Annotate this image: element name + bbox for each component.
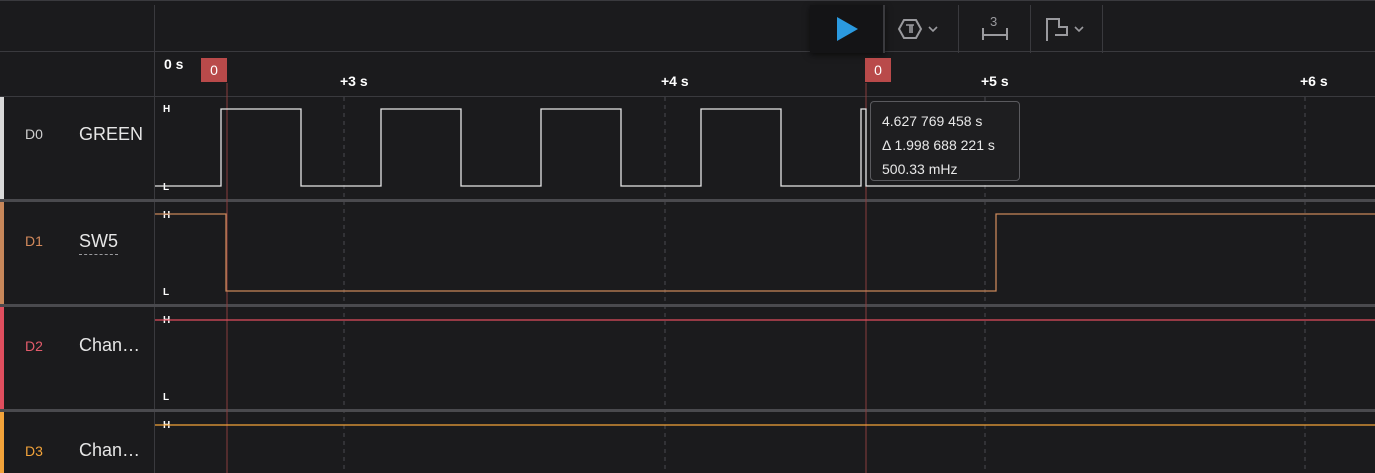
channel-name[interactable]: Chan… [79, 335, 140, 356]
trigger-button[interactable] [885, 5, 959, 53]
marker-button[interactable] [1031, 5, 1103, 53]
channel-color-bar [0, 412, 4, 473]
channel-name[interactable]: Chan… [79, 440, 140, 461]
channel-name[interactable]: SW5 [79, 231, 119, 255]
channel-label-d2[interactable]: D2 Chan… [0, 307, 155, 409]
channel-row-d0: D0 GREEN [0, 97, 1375, 199]
play-button[interactable] [810, 5, 885, 53]
tooltip-delta: Δ 1.998 688 221 s [882, 137, 995, 153]
channel-color-bar [0, 307, 4, 409]
measure-icon: 3 [981, 15, 1008, 40]
channel-id: D0 [25, 126, 43, 142]
play-icon [836, 17, 858, 41]
channel-row-d1: D1 SW5 [0, 202, 1375, 304]
trigger-icon [897, 19, 938, 39]
channel-row-d2: D2 Chan… [0, 307, 1375, 409]
marker-flag-icon [1045, 18, 1084, 41]
measure-button[interactable]: 3 [959, 5, 1031, 53]
measurement-tooltip: 4.627 769 458 s Δ 1.998 688 221 s 500.33… [870, 101, 1020, 181]
channel-id: D1 [25, 233, 43, 249]
channel-color-bar [0, 202, 4, 304]
channel-color-bar [0, 97, 4, 199]
time-tick-3s: +3 s [340, 73, 368, 89]
tooltip-frequency: 500.33 mHz [882, 161, 958, 177]
time-tick-6s: +6 s [1300, 73, 1328, 89]
time-tick-4s: +4 s [661, 73, 689, 89]
channel-label-d0[interactable]: D0 GREEN [0, 97, 155, 199]
toolbar-button-group: 3 [810, 5, 1103, 53]
toolbar: 3 [0, 0, 1375, 53]
ruler-spacer [0, 52, 155, 97]
tooltip-time: 4.627 769 458 s [882, 113, 983, 129]
toolbar-divider [154, 5, 155, 53]
marker-flag-end[interactable]: 0 [865, 58, 891, 82]
logic-analyzer-window: 3 0 s 0 0 +3 s +4 s +5 s +6 s D0 GREEN D… [0, 0, 1375, 473]
channel-label-d3[interactable]: D3 Chan… [0, 412, 155, 473]
time-ruler[interactable]: 0 s 0 0 +3 s +4 s +5 s +6 s [0, 52, 1375, 97]
time-origin-label: 0 s [164, 56, 184, 72]
channel-id: D3 [25, 443, 43, 459]
marker-flag-start[interactable]: 0 [201, 58, 227, 82]
channel-label-d1[interactable]: D1 SW5 [0, 202, 155, 304]
time-tick-5s: +5 s [981, 73, 1009, 89]
channel-row-d3: D3 Chan… [0, 412, 1375, 473]
channel-id: D2 [25, 338, 43, 354]
channel-name[interactable]: GREEN [79, 124, 143, 145]
measure-count: 3 [990, 15, 997, 29]
